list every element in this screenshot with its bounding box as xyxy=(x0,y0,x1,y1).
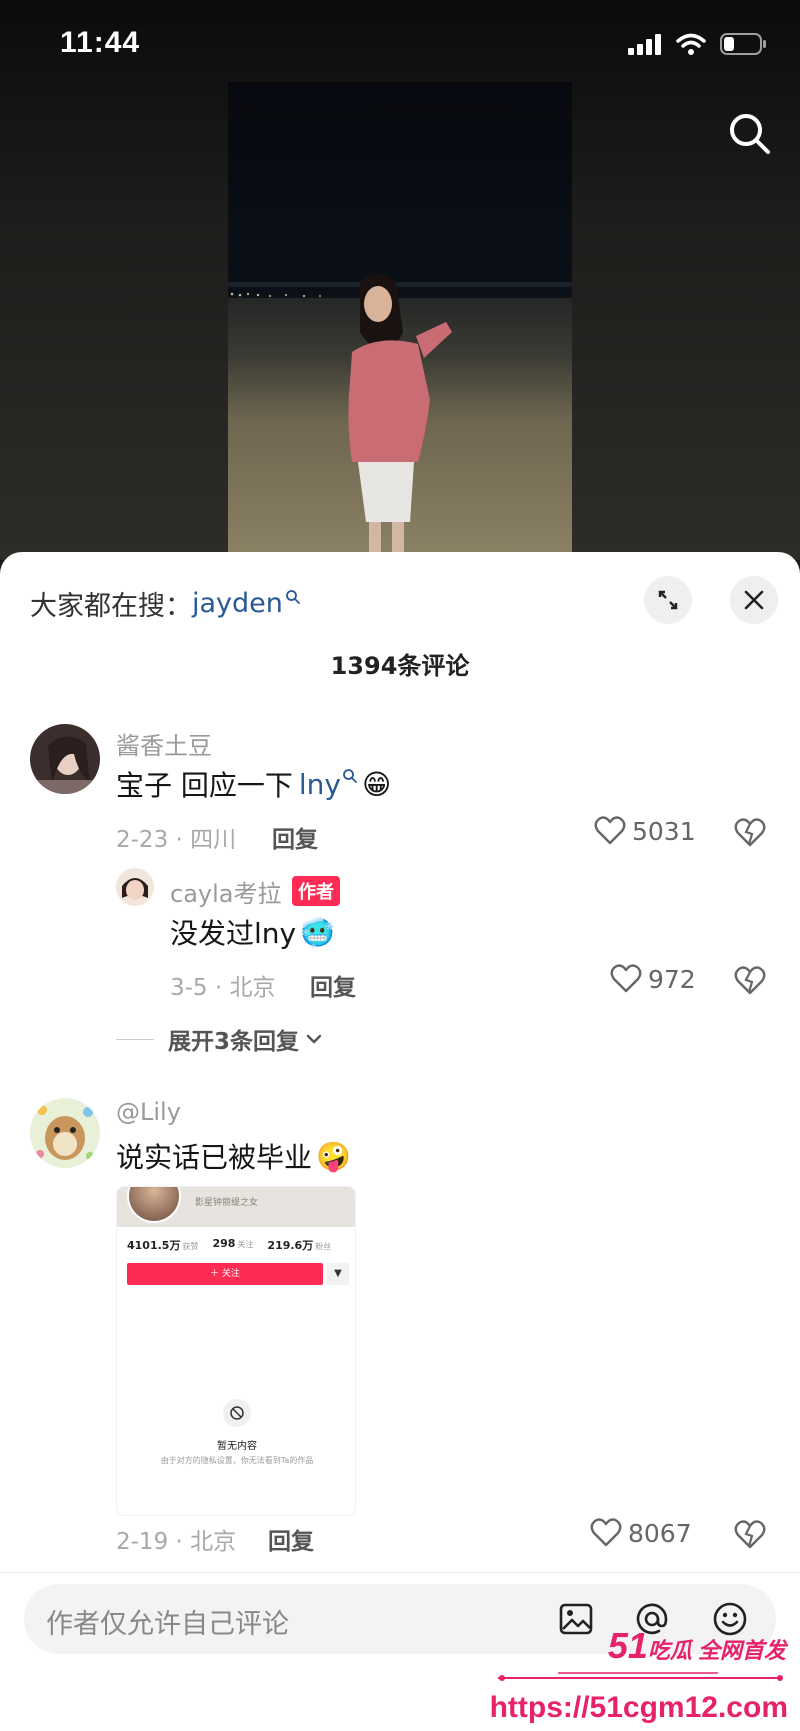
watermark-brand-num: 51 xyxy=(607,1625,648,1666)
reply-button[interactable]: 回复 xyxy=(310,968,356,1002)
stat-value: 219.6万 xyxy=(267,1239,314,1252)
watermark-url: https://51cgm12.com xyxy=(489,1691,788,1724)
stat-label: 获赞 xyxy=(182,1242,199,1251)
embed-follow-button: ＋ 关注 xyxy=(127,1263,323,1285)
like-button[interactable]: 972 xyxy=(610,964,696,994)
embed-empty-title: 暂无内容 xyxy=(217,1441,257,1452)
expand-icon xyxy=(658,590,678,610)
comment-date-location: 2-19 · 北京 xyxy=(116,1529,237,1555)
hot-search-prefix: 大家都在搜： xyxy=(30,591,192,622)
watermark-brand: 51吃瓜 全网首发 xyxy=(608,1625,786,1667)
heart-icon xyxy=(594,816,626,845)
dislike-button[interactable] xyxy=(734,818,766,852)
dislike-button[interactable] xyxy=(734,966,766,1000)
prohibited-icon xyxy=(223,1399,251,1427)
video-background: 11:44 xyxy=(0,0,800,560)
comment-body: 说实话已被毕业 xyxy=(116,1141,313,1174)
broken-heart-icon xyxy=(734,818,766,847)
reply-button[interactable]: 回复 xyxy=(268,1522,314,1556)
video-frame-image xyxy=(228,274,572,552)
stat-label: 粉丝 xyxy=(315,1242,332,1251)
close-button[interactable] xyxy=(730,576,778,624)
hot-search-keyword[interactable]: jayden xyxy=(192,588,283,619)
like-button[interactable]: 5031 xyxy=(594,816,696,846)
hot-search[interactable]: 大家都在搜： jayden xyxy=(30,584,301,623)
search-icon xyxy=(730,114,770,154)
expand-divider xyxy=(116,1038,154,1040)
avatar[interactable] xyxy=(116,868,154,906)
like-count: 972 xyxy=(648,964,696,994)
embed-empty-desc: 由于对方的隐私设置，你无法看到Ta的作品 xyxy=(160,1456,314,1465)
heart-icon xyxy=(590,1518,622,1547)
embed-dropdown-icon: ▼ xyxy=(327,1263,349,1285)
stat-value: 298 xyxy=(212,1237,236,1250)
avatar[interactable] xyxy=(30,724,100,794)
heart-icon xyxy=(610,964,642,993)
broken-heart-icon xyxy=(734,966,766,995)
reply-body: 没发过lny xyxy=(170,917,297,950)
comment-text: 宝子 回应一下 lny 😁 xyxy=(116,764,391,804)
comment-count-title: 1394条评论 xyxy=(330,652,470,680)
embed-stats: 4101.5万 获赞 298 关注 219.6万 粉丝 xyxy=(117,1227,355,1257)
author-badge: 作者 xyxy=(292,876,340,906)
wifi-icon xyxy=(676,33,706,55)
comment-date-location: 2-23 · 四川 xyxy=(116,827,237,853)
status-time: 11:44 xyxy=(60,26,141,59)
reply-text: 没发过lny 🥶 xyxy=(170,912,335,952)
expand-replies-button[interactable]: 展开3条回复 xyxy=(116,1022,323,1056)
embed-avatar xyxy=(127,1187,181,1223)
like-count: 5031 xyxy=(632,816,696,846)
comment-username[interactable]: 酱香土豆 xyxy=(116,726,212,761)
close-icon xyxy=(744,590,764,610)
expand-replies-label: 展开3条回复 xyxy=(168,1029,300,1055)
signal-icon xyxy=(628,34,661,55)
expand-sheet-button[interactable] xyxy=(644,576,692,624)
like-button[interactable]: 8067 xyxy=(590,1518,692,1548)
emoji-silly-icon: 🤪 xyxy=(316,1139,351,1173)
video-player[interactable] xyxy=(228,82,572,552)
avatar[interactable] xyxy=(30,1098,100,1168)
search-small-icon xyxy=(343,769,357,783)
comment-link[interactable]: lny xyxy=(299,768,341,801)
stat-label: 关注 xyxy=(237,1240,254,1249)
search-button[interactable] xyxy=(726,110,774,158)
comment-username[interactable]: @Lily xyxy=(116,1098,181,1126)
comment-body: 宝子 回应一下 xyxy=(116,769,293,802)
reply-username[interactable]: cayla考拉 xyxy=(170,874,281,909)
chevron-down-icon xyxy=(306,1034,322,1044)
emoji-cold-icon: 🥶 xyxy=(300,915,335,949)
reply-button[interactable]: 回复 xyxy=(272,820,318,854)
status-icons xyxy=(628,32,768,56)
comment-text: 说实话已被毕业 🤪 xyxy=(116,1136,351,1176)
watermark-brand-text: 吃瓜 全网首发 xyxy=(647,1638,786,1663)
broken-heart-icon xyxy=(734,1520,766,1549)
comment-input-placeholder: 作者仅允许自己评论 xyxy=(46,1609,289,1640)
watermark: 51吃瓜 全网首发 https://51cgm12.com xyxy=(490,1621,796,1731)
comment-sheet: 大家都在搜： jayden 1394条评论 酱香土豆 宝子 回应一下 lny 😁… xyxy=(0,552,800,1731)
input-divider xyxy=(0,1572,800,1573)
like-count: 8067 xyxy=(628,1518,692,1548)
battery-icon xyxy=(720,33,766,55)
dislike-button[interactable] xyxy=(734,1520,766,1554)
stat-value: 4101.5万 xyxy=(127,1239,181,1252)
embed-header: 影星钟丽缇之女 xyxy=(117,1187,355,1227)
watermark-circuit-lines xyxy=(498,1672,783,1681)
search-small-icon xyxy=(285,589,300,604)
comment-image[interactable]: 影星钟丽缇之女 4101.5万 获赞 298 关注 219.6万 粉丝 ＋ 关注 ▼ … xyxy=(116,1186,356,1516)
emoji-grin-icon: 😁 xyxy=(362,767,392,801)
embed-header-tag: 影星钟丽缇之女 xyxy=(195,1198,259,1208)
reply-date-location: 3-5 · 北京 xyxy=(170,975,276,1001)
